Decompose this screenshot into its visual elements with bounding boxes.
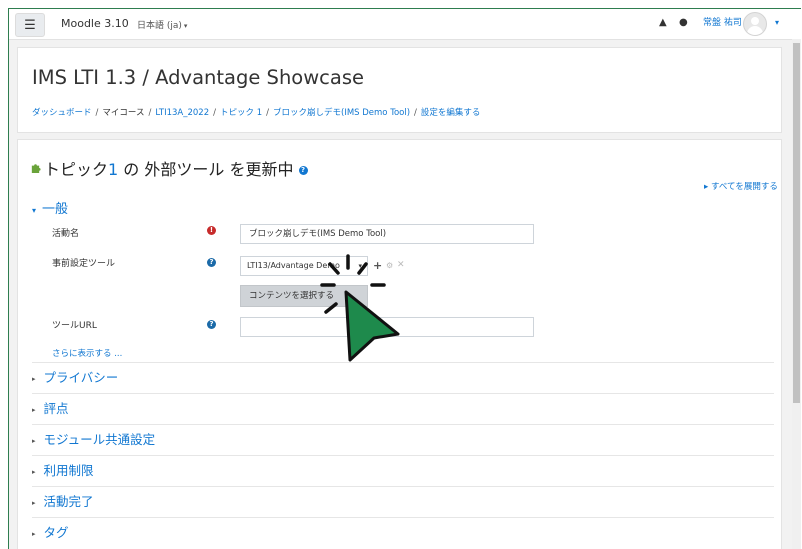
page-title: IMS LTI 1.3 / Advantage Showcase bbox=[32, 66, 365, 89]
activity-name-label: 活動名 bbox=[52, 229, 80, 239]
gear-icon[interactable]: ⚙ bbox=[386, 261, 393, 270]
breadcrumb-activity[interactable]: ブロック崩しデモ(IMS Demo Tool) bbox=[273, 108, 410, 118]
form-title-prefix: トピック bbox=[44, 160, 109, 179]
language-menu[interactable]: 日本語 ‎(ja)‎ ▾ bbox=[137, 18, 187, 31]
top-navbar: ☰ Moodle 3.10 日本語 ‎(ja)‎ ▾ ▲ ● 常盤 祐司 ▾ bbox=[9, 9, 801, 40]
section-label: モジュール共通設定 bbox=[43, 432, 156, 447]
site-name-link[interactable]: Moodle 3.10 bbox=[61, 17, 129, 30]
close-icon[interactable]: ✕ bbox=[397, 260, 405, 270]
menu-toggle-button[interactable]: ☰ bbox=[15, 13, 45, 37]
page-header: IMS LTI 1.3 / Advantage Showcase ダッシュボード… bbox=[17, 47, 782, 133]
preconfigured-tool-label: 事前設定ツール bbox=[52, 259, 116, 269]
breadcrumb-course[interactable]: LTI13A_2022 bbox=[155, 108, 209, 118]
breadcrumb-separator: / bbox=[213, 108, 216, 118]
caret-down-icon: ▾ bbox=[358, 262, 362, 270]
breadcrumb-dashboard[interactable]: ダッシュボード bbox=[32, 108, 92, 118]
triangle-right-icon: ▸ bbox=[32, 405, 36, 414]
section-label: 利用制限 bbox=[43, 463, 94, 478]
activity-name-input[interactable]: ブロック崩しデモ(IMS Demo Tool) bbox=[240, 224, 534, 244]
breadcrumb-my-courses: マイコース bbox=[102, 108, 145, 118]
breadcrumb-separator: / bbox=[95, 108, 99, 118]
triangle-right-icon: ▸ bbox=[32, 467, 36, 476]
plus-icon[interactable]: + bbox=[373, 259, 382, 272]
main-content: トピック1 の 外部ツール を更新中 ? ▸ すべてを展開する ▾ 一般 活動名 … bbox=[17, 139, 782, 549]
bell-icon[interactable]: ▲ bbox=[659, 17, 667, 28]
show-more-link[interactable]: さらに表示する ... bbox=[52, 347, 122, 359]
section-general-header[interactable]: ▾ 一般 bbox=[32, 198, 68, 217]
hamburger-icon: ☰ bbox=[24, 17, 36, 33]
breadcrumb-separator: / bbox=[148, 108, 152, 118]
scrollbar-thumb[interactable] bbox=[793, 43, 800, 403]
user-name[interactable]: 常盤 祐司 bbox=[703, 15, 742, 28]
help-icon[interactable]: ? bbox=[298, 166, 308, 175]
section-general-label: 一般 bbox=[42, 202, 69, 217]
language-label: 日本語 ‎(ja)‎ bbox=[137, 21, 182, 31]
section-tags-header[interactable]: ▸ タグ bbox=[32, 517, 774, 548]
required-icon: ! bbox=[207, 226, 216, 235]
form-title-number: 1 bbox=[108, 160, 119, 179]
help-icon[interactable]: ? bbox=[207, 258, 216, 267]
triangle-down-icon: ▾ bbox=[32, 206, 37, 215]
section-label: 活動完了 bbox=[43, 494, 94, 509]
section-restrict-access-header[interactable]: ▸ 利用制限 bbox=[32, 455, 774, 486]
preconfigured-tool-value: LTI13/Advantage Demo bbox=[247, 261, 340, 270]
section-grade-header[interactable]: ▸ 評点 bbox=[32, 393, 774, 424]
section-label: タグ bbox=[43, 525, 69, 540]
triangle-right-icon: ▸ bbox=[32, 529, 36, 538]
section-label: 評点 bbox=[43, 401, 69, 416]
avatar-body bbox=[747, 26, 763, 35]
user-menu-caret-icon[interactable]: ▾ bbox=[775, 18, 779, 27]
breadcrumb: ダッシュボード / マイコース / LTI13A_2022/トピック 1/ブロック崩しデ… bbox=[32, 106, 480, 118]
avatar-head bbox=[751, 17, 759, 25]
form-title-suffix: の 外部ツール を更新中 bbox=[123, 160, 294, 179]
section-activity-completion-header[interactable]: ▸ 活動完了 bbox=[32, 486, 774, 517]
chat-icon[interactable]: ● bbox=[679, 17, 688, 28]
breadcrumb-edit-settings[interactable]: 設定を編集する bbox=[421, 108, 481, 118]
section-label: プライバシー bbox=[43, 370, 119, 385]
tool-url-label: ツールURL bbox=[52, 321, 97, 331]
triangle-right-icon: ▸ bbox=[32, 436, 36, 445]
tool-url-input[interactable] bbox=[240, 317, 534, 337]
breadcrumb-separator: / bbox=[266, 108, 269, 118]
form-title: トピック1 の 外部ツール を更新中 ? bbox=[44, 156, 308, 180]
section-privacy-header[interactable]: ▸ プライバシー bbox=[32, 362, 774, 393]
puzzle-icon bbox=[31, 164, 41, 173]
help-icon[interactable]: ? bbox=[207, 320, 216, 329]
caret-down-icon: ▾ bbox=[183, 22, 188, 30]
triangle-right-icon: ▸ bbox=[32, 374, 36, 383]
breadcrumb-topic[interactable]: トピック 1 bbox=[220, 108, 262, 118]
select-content-button[interactable]: コンテンツを選択する bbox=[240, 285, 368, 307]
section-common-module-settings-header[interactable]: ▸ モジュール共通設定 bbox=[32, 424, 774, 455]
avatar[interactable] bbox=[743, 12, 767, 36]
preconfigured-tool-select[interactable]: LTI13/Advantage Demo ▾ bbox=[240, 256, 368, 276]
expand-all-link[interactable]: ▸ すべてを展開する bbox=[704, 180, 778, 192]
triangle-right-icon: ▸ bbox=[32, 498, 36, 507]
browser-viewport: ☰ Moodle 3.10 日本語 ‎(ja)‎ ▾ ▲ ● 常盤 祐司 ▾ IM… bbox=[8, 8, 801, 549]
breadcrumb-separator: / bbox=[414, 108, 417, 118]
